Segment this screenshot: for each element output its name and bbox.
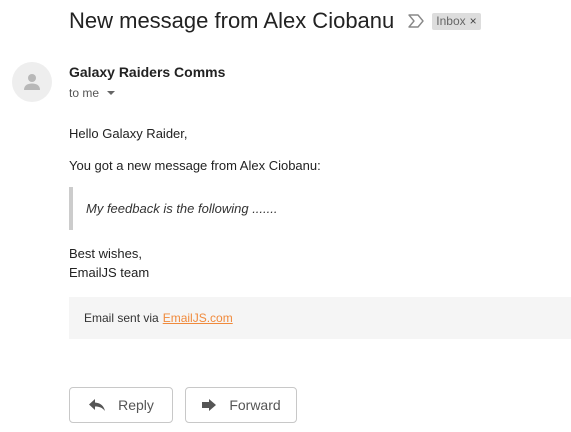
inbox-label-chip[interactable]: Inbox × bbox=[432, 12, 481, 30]
person-icon bbox=[24, 74, 40, 90]
footer-text: Email sent via bbox=[84, 311, 159, 325]
sender-avatar bbox=[12, 62, 52, 102]
email-subject: New message from Alex Ciobanu bbox=[69, 8, 395, 33]
forward-button[interactable]: Forward bbox=[185, 387, 297, 423]
remove-label-icon[interactable]: × bbox=[470, 13, 477, 30]
chevron-down-icon[interactable] bbox=[107, 91, 116, 95]
email-view: New message from Alex Ciobanu Inbox × Ga… bbox=[0, 0, 571, 432]
reply-button[interactable]: Reply bbox=[69, 387, 173, 423]
label-chip-text: Inbox bbox=[436, 13, 466, 28]
message-quote: My feedback is the following ....... bbox=[69, 187, 369, 230]
reply-arrow-icon bbox=[89, 399, 106, 411]
email-intro: You got a new message from Alex Ciobanu: bbox=[69, 158, 321, 173]
recipient-label: to me bbox=[69, 86, 100, 100]
important-marker-icon[interactable] bbox=[408, 14, 424, 28]
email-footer: Email sent via EmailJS.com bbox=[69, 297, 571, 339]
email-greeting: Hello Galaxy Raider, bbox=[69, 126, 188, 141]
recipient-details-toggle[interactable]: to me bbox=[69, 86, 116, 100]
sender-name: Galaxy Raiders Comms bbox=[69, 64, 226, 80]
forward-arrow-icon bbox=[202, 399, 217, 411]
closing-line-2: EmailJS team bbox=[69, 265, 150, 280]
reply-label: Reply bbox=[118, 397, 154, 413]
email-subject-row: New message from Alex Ciobanu Inbox × bbox=[69, 6, 481, 36]
emailjs-link[interactable]: EmailJS.com bbox=[163, 311, 233, 325]
closing-line-1: Best wishes, bbox=[69, 246, 142, 261]
forward-label: Forward bbox=[229, 397, 281, 413]
quote-text: My feedback is the following ....... bbox=[86, 201, 278, 216]
